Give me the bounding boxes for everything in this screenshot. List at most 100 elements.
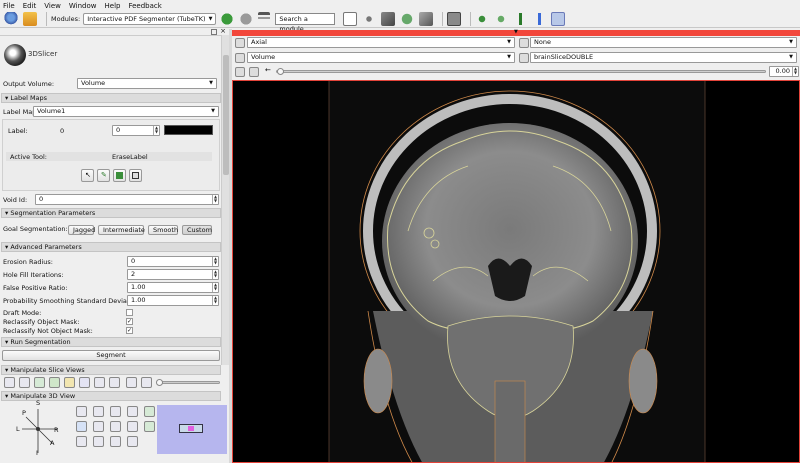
float-icon[interactable]	[211, 29, 217, 35]
load-data-icon[interactable]	[4, 12, 18, 26]
view3d-preview[interactable]	[157, 405, 227, 454]
seg-params-section-header[interactable]: ▾ Segmentation Parameters	[1, 208, 221, 218]
draft-mode-checkbox[interactable]	[126, 309, 133, 316]
pitch-icon[interactable]	[93, 421, 104, 432]
spin-arrows-icon[interactable]: ▲ ▼	[792, 67, 798, 76]
labelmap-outline-icon[interactable]	[19, 377, 30, 388]
draw-tool-button[interactable]	[113, 169, 126, 182]
smooth-button[interactable]: Smooth	[148, 225, 178, 235]
module-selector[interactable]: Interactive PDF Segmenter (TubeTK) ▼	[83, 13, 217, 25]
label-volume-select[interactable]: brainSliceDOUBLE ▼	[530, 52, 797, 63]
custom-button[interactable]: Custom	[182, 225, 212, 235]
fiducial-icon[interactable]	[513, 12, 528, 26]
reclassify-object-checkbox[interactable]: ✓	[126, 318, 133, 325]
slice-viewer[interactable]	[232, 80, 800, 463]
run-segmentation-section-header[interactable]: ▾ Run Segmentation	[1, 337, 221, 347]
spin-arrows-icon[interactable]: ▲ ▼	[212, 257, 218, 266]
layout-icon[interactable]	[447, 12, 462, 26]
mouse-mode-place-icon[interactable]	[494, 12, 509, 26]
module-list-icon[interactable]	[258, 12, 271, 26]
void-id-spinbox[interactable]: 0 ▲ ▼	[35, 194, 219, 205]
view3d-section-header[interactable]: ▾ Manipulate 3D View	[1, 391, 221, 401]
link-views-icon[interactable]	[235, 38, 245, 48]
slice-offset-spinbox[interactable]: 0.00 ▲ ▼	[769, 66, 799, 77]
spin-arrows-icon[interactable]: ▲ ▼	[212, 296, 218, 305]
hole-fill-spinbox[interactable]: 2 ▲ ▼	[127, 269, 219, 280]
menu-help[interactable]: Help	[105, 2, 121, 10]
record-icon[interactable]	[127, 436, 138, 447]
slice-minus-button[interactable]: ←	[265, 66, 271, 74]
link-icon[interactable]	[126, 377, 137, 388]
rotate-left-icon[interactable]	[76, 406, 87, 417]
slice-view-bar[interactable]: ▼	[232, 30, 800, 36]
models-icon[interactable]	[400, 12, 415, 26]
label-color-swatch[interactable]	[164, 125, 213, 135]
label-maps-section-header[interactable]: ▾ Label Maps	[1, 93, 221, 103]
eye-icon[interactable]	[249, 67, 259, 77]
label-map-select[interactable]: Volume1 ▼	[33, 106, 219, 117]
slider-handle-icon[interactable]	[156, 379, 163, 386]
save-icon[interactable]	[23, 12, 37, 26]
output-volume-select[interactable]: Volume ▼	[77, 78, 217, 89]
pin-icon[interactable]: ▼	[514, 30, 518, 35]
label-spinbox[interactable]: 0 ▲ ▼	[112, 125, 160, 136]
slice-offset-slider[interactable]	[276, 68, 766, 75]
spin-arrows-icon[interactable]: ▲ ▼	[153, 126, 159, 135]
background-icon[interactable]	[235, 53, 245, 63]
fit-icon[interactable]	[109, 377, 120, 388]
rock-icon[interactable]	[144, 421, 155, 432]
zoom-out-icon[interactable]	[127, 421, 138, 432]
labelmap-icon[interactable]	[519, 53, 529, 63]
screenshot-icon[interactable]	[110, 436, 121, 447]
visibility-icon[interactable]	[93, 436, 104, 447]
center-icon[interactable]	[110, 421, 121, 432]
paint-tool-button[interactable]: ✎	[97, 169, 110, 182]
data-icon[interactable]	[362, 12, 377, 26]
layers-icon[interactable]	[49, 377, 60, 388]
prob-smoothing-spinbox[interactable]: 1.00 ▲ ▼	[127, 295, 219, 306]
spin-arrows-icon[interactable]: ▲ ▼	[212, 283, 218, 292]
yaw-icon[interactable]	[76, 421, 87, 432]
fg-opacity-icon[interactable]	[34, 377, 45, 388]
annotation-icon[interactable]	[64, 377, 75, 388]
persistent-place-icon[interactable]	[532, 12, 547, 26]
orientation-select[interactable]: Axial ▼	[247, 37, 515, 48]
search-input[interactable]: Search a module	[275, 13, 336, 33]
volumes-icon[interactable]	[381, 12, 396, 26]
advanced-params-section-header[interactable]: ▾ Advanced Parameters	[1, 242, 221, 252]
zoom-in-icon[interactable]	[127, 406, 138, 417]
menu-window[interactable]: Window	[69, 2, 97, 10]
intermediate-button[interactable]: Intermediate	[98, 225, 145, 235]
eye-icon[interactable]	[4, 377, 15, 388]
spin-icon[interactable]	[144, 406, 155, 417]
back-icon[interactable]	[220, 12, 235, 26]
blend-icon[interactable]	[141, 377, 152, 388]
foreground-volume-select[interactable]: None ▼	[530, 37, 797, 48]
foreground-icon[interactable]	[519, 38, 529, 48]
blend-slider[interactable]	[156, 379, 220, 386]
menu-feedback[interactable]: Feedback	[128, 2, 161, 10]
spatial-icon[interactable]	[79, 377, 90, 388]
slider-handle-icon[interactable]	[277, 68, 284, 75]
transforms-icon[interactable]	[419, 12, 434, 26]
reset-view-icon[interactable]	[110, 406, 121, 417]
pan-icon[interactable]	[93, 406, 104, 417]
pointer-tool-button[interactable]: ↖	[81, 169, 94, 182]
jagged-button[interactable]: Jagged	[68, 225, 95, 235]
link-icon[interactable]	[235, 67, 245, 77]
segment-button[interactable]: Segment	[2, 350, 220, 361]
view-transform-icon[interactable]	[551, 12, 566, 26]
menu-edit[interactable]: Edit	[23, 2, 37, 10]
false-positive-ratio-spinbox[interactable]: 1.00 ▲ ▼	[127, 282, 219, 293]
slice-views-section-header[interactable]: ▾ Manipulate Slice Views	[1, 365, 221, 375]
mouse-mode-pick-icon[interactable]	[475, 12, 490, 26]
reclassify-not-object-checkbox[interactable]: ✓	[126, 327, 133, 334]
spin-arrows-icon[interactable]: ▲ ▼	[212, 195, 218, 204]
menu-view[interactable]: View	[44, 2, 61, 10]
erosion-radius-spinbox[interactable]: 0 ▲ ▼	[127, 256, 219, 267]
stereo-icon[interactable]	[76, 436, 87, 447]
orientation-widget[interactable]: S P L R A I	[14, 399, 66, 457]
background-volume-select[interactable]: Volume ▼	[247, 52, 515, 63]
panel-scrollbar[interactable]	[221, 35, 229, 365]
menu-file[interactable]: File	[3, 2, 15, 10]
